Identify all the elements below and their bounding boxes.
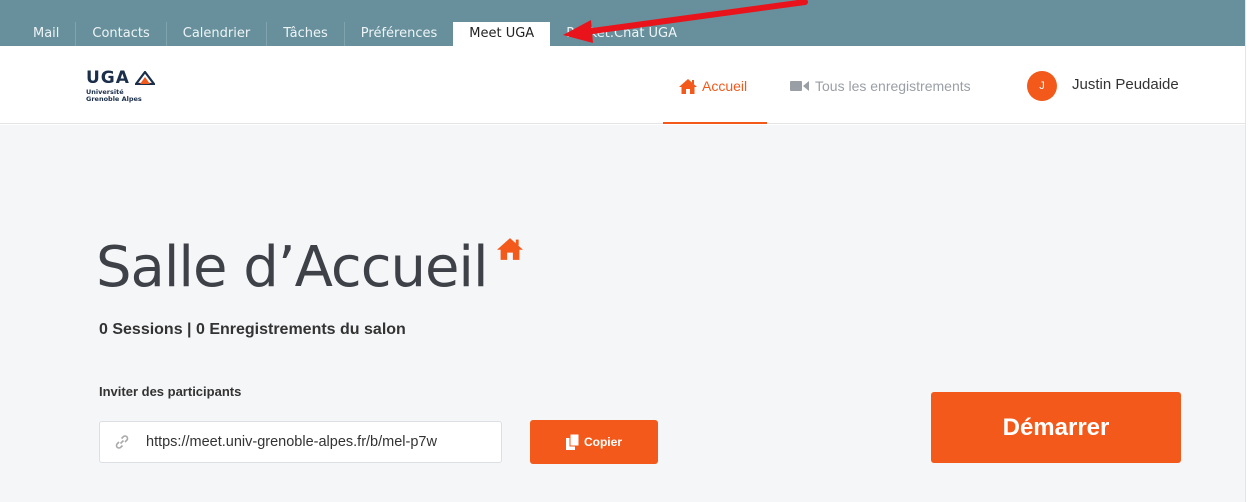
main-content: Salle d’Accueil 0 Sessions | 0 Enregistr… xyxy=(0,125,1245,502)
tab-meet-uga[interactable]: Meet UGA xyxy=(453,22,551,46)
video-camera-icon xyxy=(790,81,809,91)
nav-active-underline xyxy=(663,122,767,124)
logo-subtitle-line2: Grenoble Alpes xyxy=(86,95,142,103)
tab-calendrier[interactable]: Calendrier xyxy=(167,22,266,46)
start-button[interactable]: Démarrer xyxy=(931,392,1181,463)
uga-logo[interactable]: UGA Université Grenoble Alpes xyxy=(86,68,166,108)
logo-text: UGA xyxy=(86,68,130,88)
nav-accueil-label: Accueil xyxy=(702,78,748,94)
copy-button-label: Copier xyxy=(583,435,622,449)
tab-contacts[interactable]: Contacts xyxy=(76,22,165,46)
home-icon xyxy=(679,78,697,94)
avatar[interactable]: J xyxy=(1027,71,1057,101)
copy-icon xyxy=(565,434,580,450)
copy-button[interactable]: Copier xyxy=(530,420,658,464)
tab-taches[interactable]: Tâches xyxy=(267,22,344,46)
nav-recordings[interactable]: Tous les enregistrements xyxy=(790,76,971,96)
tab-preferences[interactable]: Préférences xyxy=(345,22,453,46)
link-icon xyxy=(115,435,129,449)
window-scrollbar[interactable] xyxy=(1245,0,1260,502)
nav-recordings-label: Tous les enregistrements xyxy=(815,78,971,94)
user-name[interactable]: Justin Peudaide xyxy=(1072,76,1179,93)
site-header: UGA Université Grenoble Alpes Accueil To… xyxy=(0,46,1245,124)
home-icon xyxy=(497,238,523,260)
logo-triangle-icon xyxy=(135,71,155,85)
red-arrow-annotation xyxy=(563,0,808,43)
page-title: Salle d’Accueil xyxy=(96,235,489,300)
invite-url-input[interactable] xyxy=(146,422,498,462)
tab-mail[interactable]: Mail xyxy=(0,22,75,46)
nav-accueil[interactable]: Accueil xyxy=(679,76,747,96)
invite-url-field[interactable] xyxy=(99,421,502,463)
room-stats: 0 Sessions | 0 Enregistrements du salon xyxy=(99,321,406,338)
invite-label: Inviter des participants xyxy=(99,384,242,399)
logo-subtitle: Université Grenoble Alpes xyxy=(86,89,142,103)
